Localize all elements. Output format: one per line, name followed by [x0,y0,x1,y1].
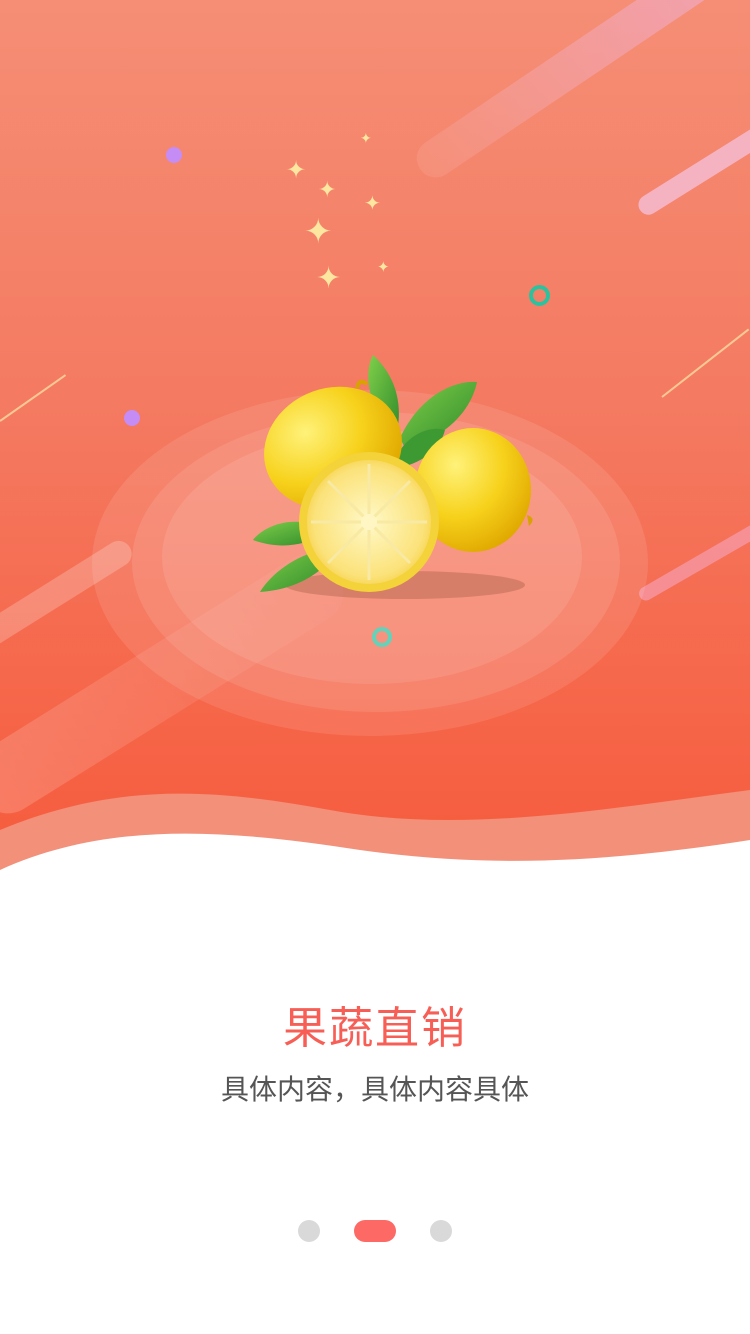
sparkle-icon: ✦ [286,156,307,184]
page-dot-active[interactable] [354,1220,396,1242]
sparkle-icon: ✦ [318,178,337,203]
page-dot[interactable] [430,1220,452,1242]
thin-line [0,374,67,422]
hero-banner: ✦ ✦ ✦ ✦ ✦ ✦ ✦ [0,0,750,900]
page-indicator [0,1220,750,1242]
page-title: 果蔬直销 [283,1003,467,1054]
sparkle-icon: ✦ [377,258,390,276]
sparkle-icon: ✦ [304,212,333,252]
wave-divider [0,790,750,900]
page-dot[interactable] [298,1220,320,1242]
decor-dot [166,147,182,163]
sparkle-icon: ✦ [316,261,342,296]
page-subtitle: 具体内容，具体内容具体 [220,1073,529,1106]
light-streak [636,515,750,604]
light-streak [634,116,750,219]
decor-ring [529,285,550,306]
decor-dot [124,410,140,426]
sparkle-icon: ✦ [364,191,381,215]
sparkle-icon: ✦ [360,131,372,147]
lemon-fruit-illustration [253,355,533,599]
thin-line [661,328,750,398]
light-streak [409,0,750,185]
